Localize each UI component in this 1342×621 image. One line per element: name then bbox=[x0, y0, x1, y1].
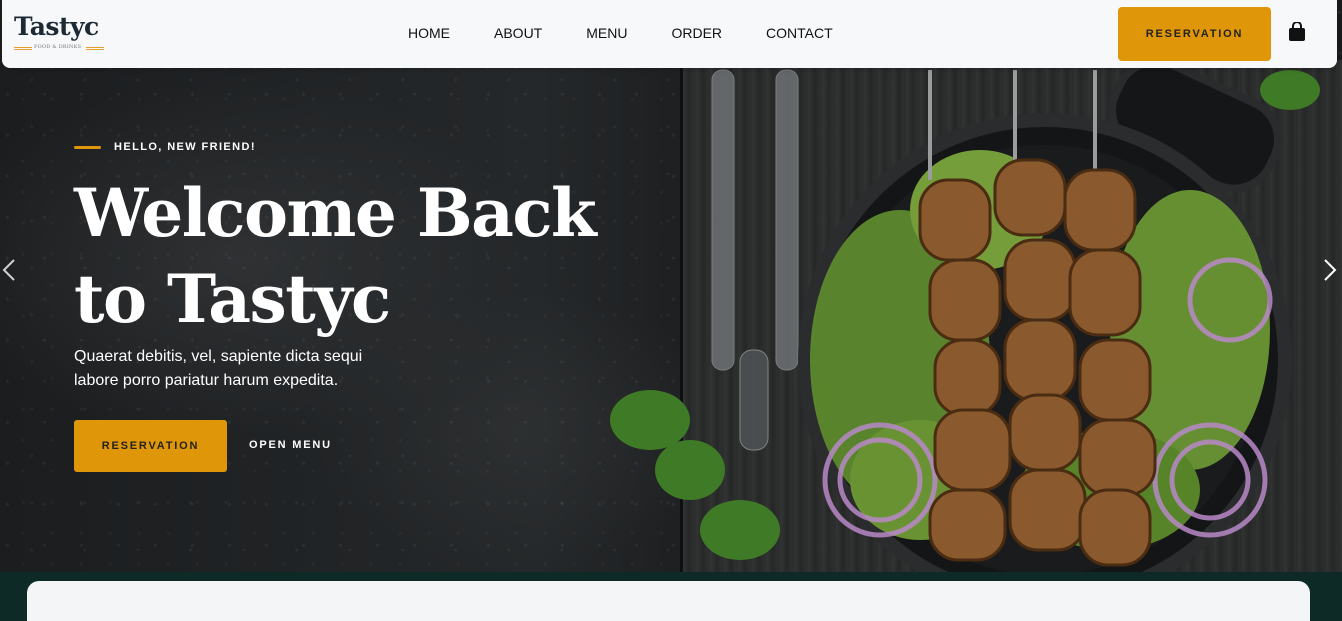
kebab-dish-image bbox=[610, 60, 1320, 585]
shopping-bag-icon[interactable] bbox=[1288, 22, 1306, 42]
main-nav: HOME ABOUT MENU ORDER CONTACT bbox=[408, 24, 877, 42]
brand-name: Tastyc bbox=[14, 12, 99, 41]
hero-title-line-1: Welcome Back bbox=[74, 174, 597, 252]
nav-home[interactable]: HOME bbox=[408, 24, 450, 42]
brand-tagline: FOOD & DRINKS bbox=[34, 44, 82, 50]
tagline-line-right bbox=[86, 47, 104, 48]
eyebrow-accent-line bbox=[74, 145, 101, 149]
hero-reservation-button[interactable]: RESERVATION bbox=[74, 420, 227, 472]
hero-title: Welcome Back to Tastyc bbox=[74, 170, 634, 342]
brand-logo[interactable]: Tastyc FOOD & DRINKS bbox=[14, 12, 104, 54]
hero-eyebrow: HELLO, NEW FRIEND! bbox=[74, 141, 256, 153]
chevron-right-icon[interactable] bbox=[1323, 258, 1337, 282]
nav-about[interactable]: ABOUT bbox=[494, 24, 542, 42]
open-menu-button[interactable]: OPEN MENU bbox=[249, 437, 332, 453]
nav-contact[interactable]: CONTACT bbox=[766, 24, 833, 42]
forks bbox=[711, 69, 799, 451]
navbar: Tastyc FOOD & DRINKS HOME ABOUT MENU ORD… bbox=[2, 0, 1337, 68]
hero-description: Quaerat debitis, vel, sapiente dicta seq… bbox=[74, 348, 363, 389]
content-card bbox=[27, 581, 1310, 621]
chevron-left-icon[interactable] bbox=[2, 258, 16, 282]
tagline-line-left bbox=[14, 47, 32, 48]
nav-order[interactable]: ORDER bbox=[671, 24, 722, 42]
nav-menu[interactable]: MENU bbox=[586, 24, 627, 42]
grilled-chicken bbox=[918, 158, 1157, 567]
brand-tagline-row: FOOD & DRINKS bbox=[14, 44, 104, 54]
hero-title-line-2: to Tastyc bbox=[74, 260, 391, 338]
nav-reservation-button[interactable]: RESERVATION bbox=[1118, 7, 1271, 61]
eyebrow-text: HELLO, NEW FRIEND! bbox=[114, 141, 256, 153]
hero-section: HELLO, NEW FRIEND! Welcome Back to Tasty… bbox=[0, 0, 1342, 621]
